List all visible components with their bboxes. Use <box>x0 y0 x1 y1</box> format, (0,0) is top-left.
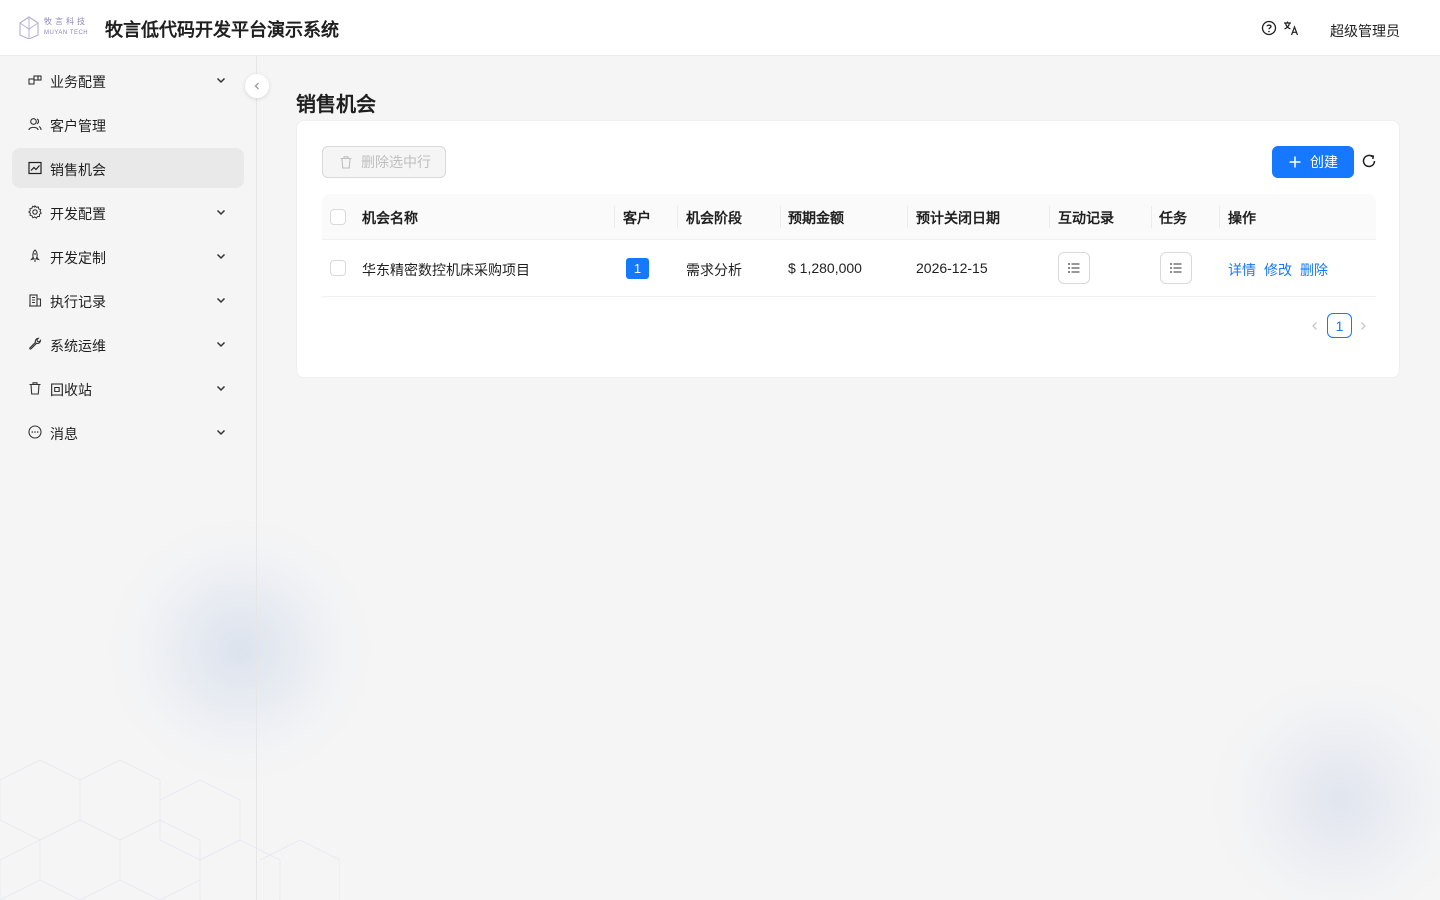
column-header: 互动记录 <box>1058 210 1114 226</box>
expected-close-date: 2026-12-15 <box>916 260 988 276</box>
list-icon <box>1068 263 1080 273</box>
interactions-button[interactable] <box>1058 252 1090 284</box>
sidebar-collapse-button[interactable] <box>245 74 269 98</box>
create-button[interactable]: 创建 <box>1272 146 1354 178</box>
chevron-down-icon <box>216 209 226 216</box>
line-chart-icon <box>28 161 42 175</box>
column-header: 预计关闭日期 <box>916 210 1000 226</box>
app-title: 牧言低代码开发平台演示系统 <box>105 20 339 40</box>
edit-link[interactable]: 修改 <box>1264 260 1292 280</box>
translate-icon[interactable] <box>1283 20 1299 36</box>
column-divider <box>1049 206 1050 228</box>
delete-link[interactable]: 删除 <box>1300 260 1328 280</box>
chevron-down-icon <box>216 429 226 436</box>
column-divider <box>1219 206 1220 228</box>
column-divider <box>780 206 781 228</box>
column-divider <box>614 206 615 228</box>
help-icon[interactable] <box>1261 20 1277 36</box>
sidebar-item-label: 销售机会 <box>50 162 106 178</box>
logo-mark-icon <box>19 16 39 39</box>
background-blob <box>1210 680 1440 900</box>
sidebar-item-recycle-bin[interactable]: 回收站 <box>12 368 244 408</box>
detail-link[interactable]: 详情 <box>1228 260 1256 280</box>
table-header: 机会名称 客户 机会阶段 预期金额 预计关闭日期 互动记录 任务 操作 <box>322 194 1376 240</box>
delete-selected-label: 删除选中行 <box>361 154 431 170</box>
gear-icon <box>28 205 42 219</box>
building-blocks-icon <box>28 75 42 85</box>
sidebar-item-messages[interactable]: 消息 <box>12 412 244 452</box>
customer-badge[interactable]: 1 <box>626 258 649 279</box>
logo-text-en: MUYAN TECH <box>44 30 89 36</box>
sidebar-item-label: 执行记录 <box>50 294 106 310</box>
opportunity-name: 华东精密数控机床采购项目 <box>362 262 530 278</box>
column-header: 机会名称 <box>362 210 418 226</box>
chevron-down-icon <box>216 297 226 304</box>
column-header: 操作 <box>1228 210 1256 226</box>
reload-icon[interactable] <box>1361 153 1377 169</box>
sidebar-item-dev-config[interactable]: 开发配置 <box>12 192 244 232</box>
chevron-down-icon <box>216 385 226 392</box>
wrench-icon <box>29 337 42 350</box>
column-header: 任务 <box>1159 210 1187 226</box>
list-icon <box>1170 263 1182 273</box>
sidebar-item-label: 系统运维 <box>50 338 106 354</box>
column-header: 客户 <box>623 210 651 226</box>
select-all-checkbox[interactable] <box>330 209 346 225</box>
logo[interactable]: 牧言科技 MUYAN TECH <box>18 14 94 40</box>
table-row: 华东精密数控机床采购项目 1 需求分析 $ 1,280,000 2026-12-… <box>322 240 1376 297</box>
building-icon <box>29 294 42 307</box>
logo-text-cn: 牧言科技 <box>44 17 88 26</box>
sidebar-item-exec-records[interactable]: 执行记录 <box>12 280 244 320</box>
sidebar-item-business-config[interactable]: 业务配置 <box>12 60 244 100</box>
message-icon <box>28 425 42 439</box>
create-label: 创建 <box>1310 154 1338 170</box>
opportunities-table: 机会名称 客户 机会阶段 预期金额 预计关闭日期 互动记录 任务 操作 华东精密… <box>322 194 1376 297</box>
trash-icon <box>340 156 352 169</box>
sidebar-item-customers[interactable]: 客户管理 <box>12 104 244 144</box>
sidebar-item-label: 开发配置 <box>50 206 106 222</box>
sidebar-item-opportunities[interactable]: 销售机会 <box>12 148 244 188</box>
plus-icon <box>1289 156 1301 168</box>
expected-amount: $ 1,280,000 <box>788 260 862 276</box>
chevron-down-icon <box>216 77 226 84</box>
column-divider <box>1151 206 1152 228</box>
sidebar-item-label: 业务配置 <box>50 74 106 90</box>
content-card: 删除选中行 创建 机会名称 客户 机会阶段 预期金额 预计关闭日期 互动记录 任… <box>296 120 1400 378</box>
page-title: 销售机会 <box>296 94 376 116</box>
sidebar-item-label: 客户管理 <box>50 118 106 134</box>
column-header: 预期金额 <box>788 210 844 226</box>
users-icon <box>28 118 42 131</box>
delete-selected-button[interactable]: 删除选中行 <box>322 146 446 178</box>
row-checkbox[interactable] <box>330 260 346 276</box>
sidebar-item-sys-ops[interactable]: 系统运维 <box>12 324 244 364</box>
pagination-page[interactable]: 1 <box>1327 313 1352 338</box>
sidebar-item-dev-custom[interactable]: 开发定制 <box>12 236 244 276</box>
sidebar-item-label: 消息 <box>50 426 78 442</box>
column-header: 机会阶段 <box>686 210 742 226</box>
chevron-left-icon <box>254 82 259 90</box>
opportunity-stage: 需求分析 <box>686 262 742 278</box>
user-menu[interactable]: 超级管理员 <box>1330 21 1400 41</box>
tasks-button[interactable] <box>1160 252 1192 284</box>
rocket-icon <box>30 249 40 262</box>
chevron-left-icon[interactable] <box>1309 320 1321 332</box>
sidebar: 业务配置 客户管理 销售机会 开发配置 开发定制 执行记录 系统运维 回收站 消… <box>0 56 257 900</box>
column-divider <box>677 206 678 228</box>
chevron-down-icon <box>216 253 226 260</box>
sidebar-item-label: 开发定制 <box>50 250 106 266</box>
chevron-down-icon <box>216 341 226 348</box>
sidebar-item-label: 回收站 <box>50 382 92 398</box>
top-header: 牧言科技 MUYAN TECH 牧言低代码开发平台演示系统 超级管理员 <box>0 0 1440 56</box>
chevron-right-icon[interactable] <box>1357 320 1369 332</box>
column-divider <box>907 206 908 228</box>
trash-icon <box>29 382 41 395</box>
